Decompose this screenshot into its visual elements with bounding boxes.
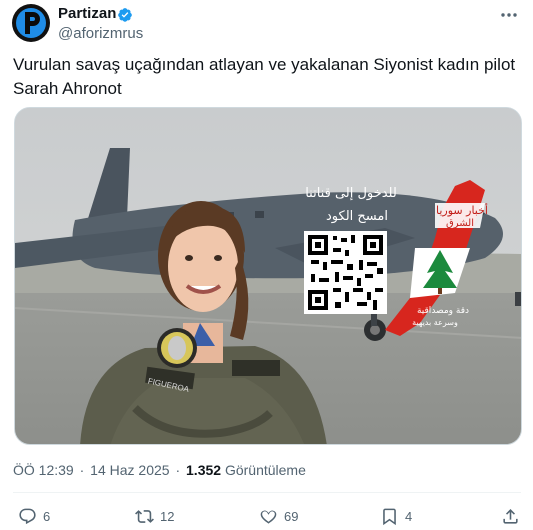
reply-button[interactable]: 6 [18,505,50,527]
avatar[interactable] [12,4,50,42]
bookmark-button[interactable]: 4 [380,505,412,527]
brand-line1: أخبار سوريا [436,203,488,217]
retweet-icon [135,509,154,523]
divider [13,492,521,493]
like-button[interactable]: 69 [259,505,298,527]
verified-badge-icon [118,8,132,22]
avatar-logo-icon [25,12,40,34]
tweet-media-image[interactable]: FIGUEROA للدخول إلى قناتنا امسح الكود أخ… [14,107,522,445]
media-photo: FIGUEROA للدخول إلى قناتنا امسح الكود أخ… [15,108,521,444]
tweet-meta: ÖÖ 12:39 · 14 Haz 2025 · 1.352 Görüntüle… [13,462,306,478]
brand-line3: دقة ومصداقية [417,306,469,316]
views-label: Görüntüleme [224,462,306,478]
share-icon [503,508,518,524]
retweet-button[interactable]: 12 [135,505,174,527]
bookmark-icon [383,508,396,525]
reply-count: 6 [43,508,51,524]
qr-code[interactable] [304,231,387,314]
action-bar: 6 12 69 4 [13,505,523,527]
more-options-icon[interactable] [499,8,519,22]
share-button[interactable] [501,505,526,527]
user-handle[interactable]: @aforizmrus [58,25,143,42]
brand-line4: وسرعة بديهية [412,318,458,327]
like-count: 69 [284,508,299,524]
tweet-text: Vurulan savaş uçağından atlayan ve yakal… [13,55,516,98]
retweet-count: 12 [160,508,175,524]
meta-separator: · [79,462,85,478]
meta-separator-2: · [175,462,181,478]
brand-line2: الشرق [446,218,474,229]
display-name[interactable]: Partizan [58,5,116,22]
tweet-header: Partizan @aforizmrus [12,4,521,44]
overlay-line2: امسح الكود [326,209,388,224]
heart-icon [260,510,277,524]
tweet-time[interactable]: ÖÖ 12:39 [13,462,74,478]
reply-icon [19,508,36,524]
overlay-line1: للدخول إلى قناتنا [305,186,397,201]
tweet-date[interactable]: 14 Haz 2025 [90,462,169,478]
views-count: 1.352 [186,462,222,478]
bookmark-count: 4 [405,508,413,524]
